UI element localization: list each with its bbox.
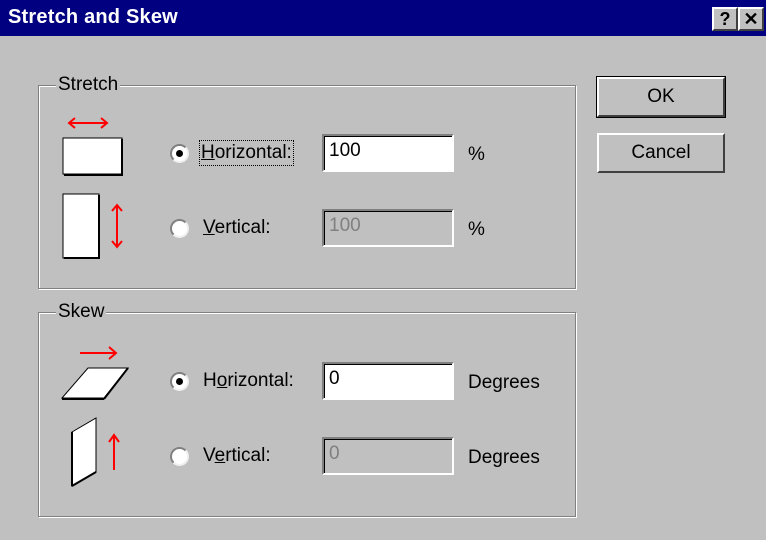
stretch-vertical-label[interactable]: Vertical: <box>203 217 271 239</box>
stretch-horizontal-input[interactable]: 100 <box>322 134 454 172</box>
stretch-vertical-radio[interactable] <box>170 219 189 238</box>
close-icon: ✕ <box>743 8 759 29</box>
skew-horizontal-radio[interactable] <box>170 372 189 391</box>
skew-vertical-icon <box>71 417 120 487</box>
skew-vertical-label[interactable]: Vertical: <box>203 445 271 467</box>
help-button[interactable]: ? <box>712 7 738 31</box>
help-icon: ? <box>719 8 731 29</box>
skew-horizontal-icon <box>60 346 130 400</box>
stretch-vertical-icon <box>62 193 123 259</box>
skew-horizontal-label[interactable]: Horizontal: <box>203 370 294 392</box>
stretch-vertical-input[interactable]: 100 <box>322 209 454 247</box>
stretch-group-label: Stretch <box>56 74 121 96</box>
skew-horizontal-input[interactable]: 0 <box>322 362 454 400</box>
stretch-horizontal-label[interactable]: Horizontal: <box>199 140 294 166</box>
cancel-button[interactable]: Cancel <box>597 133 725 173</box>
close-button[interactable]: ✕ <box>738 7 764 31</box>
skew-group-label: Skew <box>56 301 107 323</box>
stretch-horizontal-icon <box>62 117 123 176</box>
stretch-horizontal-radio[interactable] <box>170 144 189 163</box>
dialog-title: Stretch and Skew <box>8 6 178 28</box>
stretch-vertical-unit: % <box>468 219 485 240</box>
title-bar: Stretch and Skew ? ✕ <box>0 0 766 36</box>
skew-vertical-radio[interactable] <box>170 447 189 466</box>
skew-vertical-input[interactable]: 0 <box>322 437 454 475</box>
skew-vertical-unit: Degrees <box>468 447 540 468</box>
stretch-horizontal-unit: % <box>468 144 485 165</box>
skew-horizontal-unit: Degrees <box>468 372 540 393</box>
ok-button[interactable]: OK <box>596 76 726 118</box>
